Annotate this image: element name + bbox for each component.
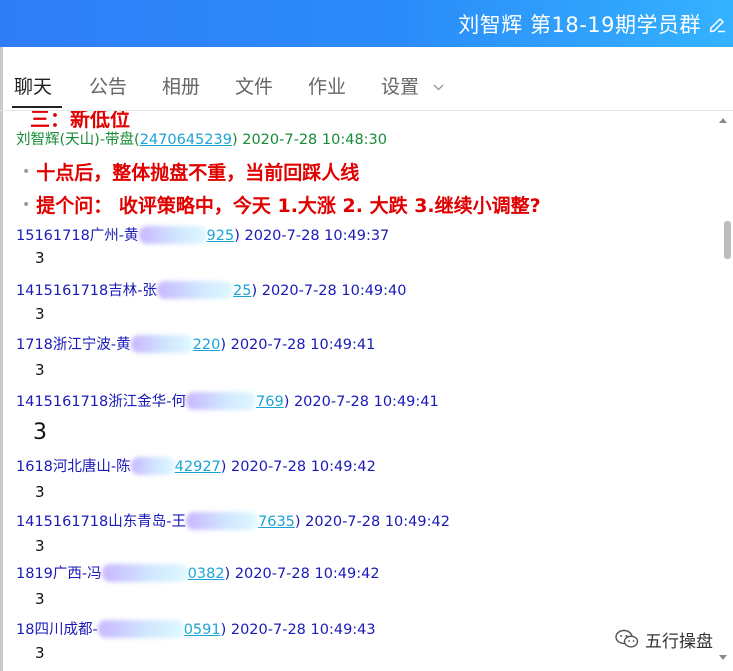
scroll-down-arrow[interactable] [719, 655, 727, 660]
host-message-text: 提个问： 收评策略中，今天 1.大涨 2. 大跌 3.继续小调整? [36, 195, 541, 217]
tab-settings[interactable]: 设置 [381, 72, 444, 99]
message-meta: 1819广西-冯 0382) 2020-7-28 10:49:42 [16, 562, 380, 583]
blurred-redaction [157, 281, 233, 299]
scrollbar-thumb[interactable] [724, 221, 731, 259]
sender-qq-link[interactable]: 0591 [184, 622, 221, 638]
sender-qq-link[interactable]: 0382 [188, 566, 225, 582]
message-text: 3 [35, 249, 45, 267]
blurred-redaction [130, 457, 175, 475]
sender-qq-link[interactable]: 2470645239 [140, 132, 232, 148]
tab-files[interactable]: 文件 [235, 72, 273, 99]
active-tab-indicator [12, 106, 62, 108]
message-time: ) 2020-7-28 10:49:41 [283, 394, 439, 410]
bullet-icon: • [22, 164, 31, 180]
message-meta: 1618河北唐山-陈 42927) 2020-7-28 10:49:42 [16, 455, 376, 476]
chevron-down-icon [433, 84, 444, 91]
tab-album[interactable]: 相册 [162, 72, 200, 99]
message-time: ) 2020-7-28 10:49:42 [220, 459, 376, 475]
message-time: ) 2020-7-28 10:49:42 [294, 514, 450, 530]
message-text: 3 [35, 590, 45, 608]
blurred-redaction [130, 335, 193, 353]
message-time: ) 2020-7-28 10:49:37 [234, 228, 390, 244]
blurred-redaction [138, 226, 207, 244]
message-text: 3 [35, 537, 45, 555]
tab-chat[interactable]: 聊天 [14, 72, 52, 99]
group-title: 刘智辉 第18-19期学员群 [458, 13, 701, 37]
blurred-redaction [186, 392, 256, 410]
sender-name[interactable]: 1618河北唐山-陈 [16, 459, 131, 475]
message-meta: 18四川成都- 0591) 2020-7-28 10:49:43 [16, 618, 376, 639]
sender-name[interactable]: 1415161718山东青岛-王 [16, 514, 186, 530]
sender-name[interactable]: 刘智辉(天山)-带盘( [16, 132, 140, 148]
message-meta: 1415161718山东青岛-王 7635) 2020-7-28 10:49:42 [16, 510, 450, 531]
message-meta: 1718浙江宁波-黄 220) 2020-7-28 10:49:41 [16, 333, 375, 354]
sender-name[interactable]: 18四川成都- [16, 622, 98, 638]
blurred-redaction [186, 512, 258, 530]
sender-qq-link[interactable]: 25 [233, 283, 251, 299]
tab-homework[interactable]: 作业 [308, 72, 346, 99]
tab-bar: 聊天 公告 相册 文件 作业 设置 [0, 47, 733, 111]
message-meta: 15161718广州-黄 925) 2020-7-28 10:49:37 [16, 224, 389, 245]
sender-qq-link[interactable]: 925 [207, 228, 235, 244]
message-time: ) 2020-7-28 10:49:41 [220, 337, 376, 353]
tab-settings-label: 设置 [381, 76, 420, 98]
sender-name[interactable]: 1718浙江宁波-黄 [16, 337, 131, 353]
host-message-text: 十点后，整体抛盘不重，当前回踩人线 [36, 162, 360, 184]
host-message-meta: 刘智辉(天山)-带盘(2470645239) 2020-7-28 10:48:3… [16, 128, 387, 149]
message-text: 3 [35, 644, 45, 662]
message-text: 3 [35, 305, 45, 323]
message-meta: 1415161718吉林-张 25) 2020-7-28 10:49:40 [16, 279, 407, 300]
host-message-line: • 十点后，整体抛盘不重，当前回踩人线 [22, 158, 359, 185]
sender-qq-link[interactable]: 220 [193, 337, 221, 353]
bullet-icon: • [22, 197, 31, 213]
sender-name[interactable]: 15161718广州-黄 [16, 228, 139, 244]
message-meta: 1415161718浙江金华-何 769) 2020-7-28 10:49:41 [16, 390, 439, 411]
chat-area[interactable]: 三：新低位 刘智辉(天山)-带盘(2470645239) 2020-7-28 1… [0, 111, 722, 671]
tab-notice[interactable]: 公告 [89, 72, 127, 99]
watermark-text: 五行操盘 [645, 631, 713, 652]
blurred-redaction [97, 620, 184, 638]
wechat-watermark: 五行操盘 [615, 626, 713, 652]
sender-qq-link[interactable]: 42927 [175, 459, 221, 475]
message-time: ) 2020-7-28 10:48:30 [231, 132, 388, 148]
group-header: 刘智辉 第18-19期学员群 [0, 0, 733, 47]
sender-name[interactable]: 1415161718浙江金华-何 [16, 394, 186, 410]
sender-name[interactable]: 1415161718吉林-张 [16, 283, 157, 299]
sender-qq-link[interactable]: 769 [256, 394, 284, 410]
edit-icon[interactable] [707, 14, 727, 34]
blurred-redaction [101, 564, 188, 582]
wechat-icon [615, 629, 639, 648]
message-text: 3 [35, 483, 45, 501]
sender-qq-link[interactable]: 7635 [258, 514, 295, 530]
message-time: ) 2020-7-28 10:49:42 [224, 566, 380, 582]
sender-name[interactable]: 1819广西-冯 [16, 566, 102, 582]
message-text: 3 [35, 361, 45, 379]
scroll-up-arrow[interactable] [719, 118, 727, 123]
message-text: 3 [33, 420, 47, 445]
host-message-line: • 提个问： 收评策略中，今天 1.大涨 2. 大跌 3.继续小调整? [22, 191, 541, 218]
message-time: ) 2020-7-28 10:49:43 [220, 622, 376, 638]
message-time: ) 2020-7-28 10:49:40 [251, 283, 407, 299]
